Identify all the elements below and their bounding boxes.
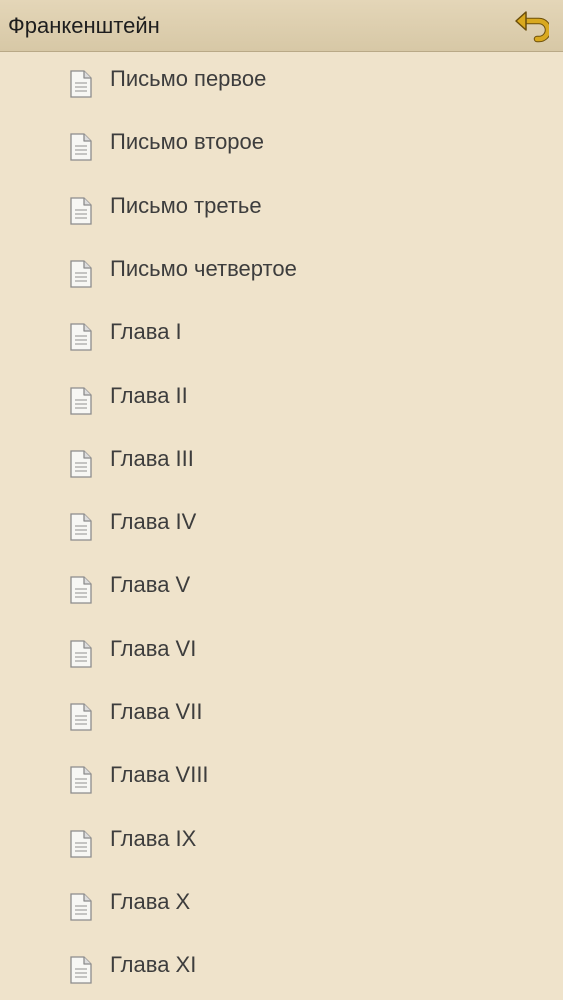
chapter-list-item[interactable]: Письмо второе bbox=[0, 115, 563, 178]
document-icon bbox=[69, 260, 93, 288]
chapter-list: Письмо первое Письмо второе Письмо третье П… bbox=[0, 52, 563, 1000]
chapter-list-item[interactable]: Глава VIII bbox=[0, 748, 563, 811]
chapter-label: Глава VI bbox=[110, 636, 197, 661]
chapter-list-item[interactable]: Письмо первое bbox=[0, 52, 563, 115]
document-icon bbox=[69, 640, 93, 668]
document-icon bbox=[69, 387, 93, 415]
chapter-label: Глава X bbox=[110, 889, 191, 914]
chapter-list-item[interactable]: Глава VII bbox=[0, 685, 563, 748]
document-icon bbox=[69, 513, 93, 541]
chapter-list-item[interactable]: Глава VI bbox=[0, 622, 563, 685]
document-icon bbox=[69, 766, 93, 794]
chapter-label: Глава II bbox=[110, 383, 188, 408]
chapter-list-item[interactable]: Глава IX bbox=[0, 812, 563, 875]
document-icon bbox=[69, 893, 93, 921]
chapter-label: Глава III bbox=[110, 446, 194, 471]
chapter-label: Глава IX bbox=[110, 826, 197, 851]
book-title: Франкенштейн bbox=[8, 13, 160, 38]
chapter-label: Письмо первое bbox=[110, 66, 267, 91]
document-icon bbox=[69, 323, 93, 351]
chapter-label: Глава IV bbox=[110, 509, 197, 534]
chapter-label: Письмо четвертое bbox=[110, 256, 297, 281]
chapter-list-item[interactable]: Глава X bbox=[0, 875, 563, 938]
chapter-list-item[interactable]: Глава XI bbox=[0, 938, 563, 1000]
document-icon bbox=[69, 197, 93, 225]
document-icon bbox=[69, 703, 93, 731]
document-icon bbox=[69, 133, 93, 161]
document-icon bbox=[69, 450, 93, 478]
chapter-list-item[interactable]: Письмо четвертое bbox=[0, 242, 563, 305]
chapter-label: Глава VII bbox=[110, 699, 203, 724]
chapter-label: Глава VIII bbox=[110, 762, 209, 787]
chapter-list-item[interactable]: Глава I bbox=[0, 305, 563, 368]
document-icon bbox=[69, 576, 93, 604]
document-icon bbox=[69, 830, 93, 858]
back-arrow-icon bbox=[515, 11, 549, 43]
chapter-label: Глава I bbox=[110, 319, 182, 344]
chapter-list-item[interactable]: Глава IV bbox=[0, 495, 563, 558]
chapter-label: Глава V bbox=[110, 572, 191, 597]
chapter-label: Письмо третье bbox=[110, 193, 262, 218]
back-button[interactable] bbox=[511, 8, 551, 44]
chapter-list-item[interactable]: Письмо третье bbox=[0, 179, 563, 242]
chapter-label: Письмо второе bbox=[110, 129, 265, 154]
chapter-list-item[interactable]: Глава III bbox=[0, 432, 563, 495]
title-bar: Франкенштейн bbox=[0, 0, 563, 52]
chapter-label: Глава XI bbox=[110, 952, 197, 977]
document-icon bbox=[69, 956, 93, 984]
chapter-list-item[interactable]: Глава II bbox=[0, 369, 563, 432]
document-icon bbox=[69, 70, 93, 98]
chapter-list-item[interactable]: Глава V bbox=[0, 558, 563, 621]
